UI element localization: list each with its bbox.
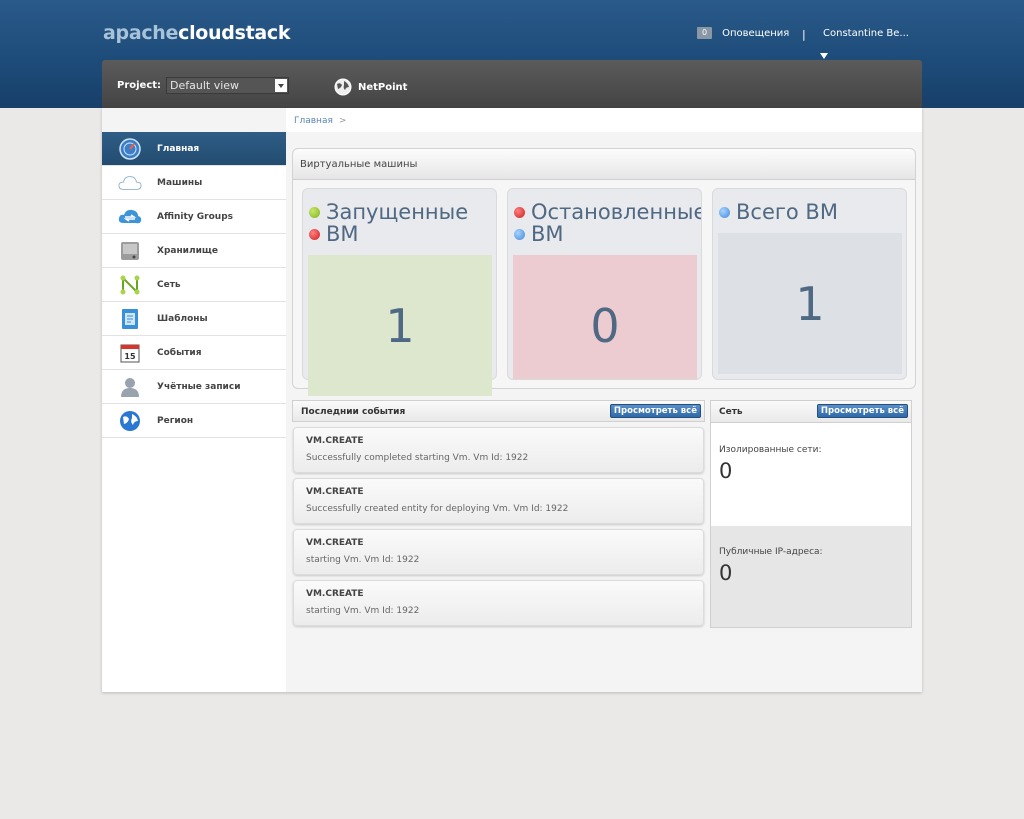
- event-description: Successfully created entity for deployin…: [306, 504, 569, 514]
- isolated-networks-count: 0: [719, 459, 733, 483]
- sidebar-item-label: События: [157, 347, 202, 358]
- templates-icon: [118, 308, 142, 330]
- virtual-machines-panel-title: Виртуальные машины: [293, 149, 915, 180]
- breadcrumb-home-link[interactable]: Главная: [294, 116, 333, 126]
- breadcrumb-separator: >: [338, 116, 347, 126]
- sidebar-item-dashboard[interactable]: Главная: [102, 132, 286, 166]
- header-divider: |: [802, 28, 806, 41]
- notifications-button[interactable]: 0 Оповещения: [697, 27, 789, 39]
- sidebar-item-accounts[interactable]: Учётные записи: [102, 370, 286, 404]
- dashboard-icon: [118, 137, 142, 160]
- domain-name: NetPoint: [358, 81, 408, 93]
- red-status-dot-icon: [514, 206, 525, 218]
- stopped-vms-header: Остановленные ВМ: [512, 200, 702, 246]
- sidebar-item-events[interactable]: 15 События: [102, 336, 286, 370]
- recent-events-title: Последнии события: [301, 407, 406, 417]
- notifications-count-badge: 0: [697, 27, 713, 39]
- sidebar-item-label: Сеть: [157, 279, 181, 290]
- event-title: VM.CREATE: [306, 589, 364, 599]
- network-icon: [118, 274, 142, 296]
- breadcrumb: Главная >: [294, 116, 346, 126]
- total-vms-header: Всего ВМ: [717, 201, 907, 223]
- sidebar-item-label: Affinity Groups: [157, 211, 234, 222]
- sidebar-item-storage[interactable]: Хранилище: [102, 234, 286, 268]
- calendar-icon-day: 15: [124, 352, 136, 361]
- globe-icon: [334, 78, 352, 96]
- sidebar: Главная Машины Affinity Groups Хранилище…: [102, 132, 286, 692]
- user-menu-caret-icon[interactable]: [820, 53, 828, 59]
- event-description: Successfully completed starting Vm. Vm I…: [306, 453, 529, 463]
- breadcrumb-bar: Главная >: [286, 108, 922, 132]
- isolated-networks-section: Изолированные сети: 0: [711, 424, 911, 525]
- stopped-vms-card[interactable]: Остановленные ВМ 0: [507, 188, 702, 380]
- cloud-icon: [118, 172, 142, 194]
- sidebar-item-affinity-groups[interactable]: Affinity Groups: [102, 200, 286, 234]
- recent-events-panel: Последнии события Просмотреть всё VM.CRE…: [292, 400, 705, 630]
- blue-status-dot-icon: [719, 206, 730, 218]
- sidebar-item-label: Регион: [157, 415, 194, 426]
- events-view-all-button[interactable]: Просмотреть всё: [609, 404, 701, 418]
- project-label: Project:: [117, 80, 162, 91]
- sidebar-item-instances[interactable]: Машины: [102, 166, 286, 200]
- notifications-label: Оповещения: [722, 27, 790, 39]
- running-vms-header: Запущенные ВМ: [307, 201, 497, 245]
- domain-indicator[interactable]: NetPoint: [334, 78, 407, 96]
- stopped-vms-count: 0: [513, 255, 697, 379]
- total-vms-card[interactable]: Всего ВМ 1: [712, 188, 907, 380]
- sidebar-item-templates[interactable]: Шаблоны: [102, 302, 286, 336]
- running-vms-label: Запущенные: [326, 200, 469, 224]
- network-panel-header: Сеть Просмотреть всё: [711, 401, 911, 423]
- total-vms-label: Всего ВМ: [736, 200, 838, 224]
- network-view-all-button[interactable]: Просмотреть всё: [816, 404, 908, 418]
- sidebar-item-regions[interactable]: Регион: [102, 404, 286, 438]
- public-ip-section: Публичные IP-адреса: 0: [711, 526, 911, 627]
- logo-part-cloudstack: cloudstack: [178, 22, 291, 44]
- main-content: Главная > Главная Машины Affinity Groups: [102, 108, 922, 692]
- logo-part-apache: apache: [103, 22, 179, 44]
- stopped-vms-label: Остановленные: [531, 200, 702, 224]
- public-ip-label: Публичные IP-адреса:: [719, 547, 823, 557]
- blue-status-dot-icon: [514, 228, 525, 240]
- chevron-down-icon[interactable]: [275, 79, 287, 92]
- event-item[interactable]: VM.CREATE Successfully created entity fo…: [293, 478, 704, 524]
- event-description: starting Vm. Vm Id: 1922: [306, 606, 420, 616]
- running-vms-card[interactable]: Запущенные ВМ 1: [302, 188, 497, 396]
- globe-icon: [118, 410, 142, 432]
- isolated-networks-label: Изолированные сети:: [719, 445, 822, 455]
- affinity-icon: [118, 206, 142, 228]
- user-icon: [118, 376, 142, 398]
- event-title: VM.CREATE: [306, 487, 364, 497]
- recent-events-header: Последнии события Просмотреть всё: [292, 400, 705, 422]
- red-status-dot-icon: [309, 228, 320, 240]
- event-title: VM.CREATE: [306, 538, 364, 548]
- sidebar-item-label: Шаблоны: [157, 313, 208, 324]
- project-select-value: Default view: [170, 79, 240, 92]
- network-panel: Сеть Просмотреть всё Изолированные сети:…: [710, 400, 912, 628]
- virtual-machines-panel: Виртуальные машины Запущенные ВМ 1 Остан…: [292, 148, 916, 396]
- user-menu-button[interactable]: Constantine Be...: [823, 28, 909, 39]
- stopped-vms-label-line2: ВМ: [531, 222, 564, 246]
- calendar-icon: 15: [118, 342, 142, 364]
- network-panel-title: Сеть: [719, 407, 743, 417]
- running-vms-label-line2: ВМ: [326, 222, 359, 246]
- sidebar-item-label: Учётные записи: [157, 381, 241, 392]
- sidebar-item-network[interactable]: Сеть: [102, 268, 286, 302]
- running-vms-count: 1: [308, 255, 492, 396]
- event-title: VM.CREATE: [306, 436, 364, 446]
- sidebar-item-label: Хранилище: [157, 245, 218, 256]
- green-status-dot-icon: [309, 206, 320, 218]
- event-item[interactable]: VM.CREATE starting Vm. Vm Id: 1922: [293, 529, 704, 575]
- sidebar-item-label: Главная: [157, 143, 200, 154]
- project-bar: Project: Default view NetPoint: [102, 60, 922, 108]
- sidebar-item-label: Машины: [157, 177, 203, 188]
- storage-icon: [118, 240, 142, 262]
- cloudstack-logo[interactable]: apachecloudstack: [103, 22, 291, 44]
- project-select[interactable]: Default view: [166, 77, 289, 94]
- total-vms-count: 1: [718, 233, 902, 374]
- event-item[interactable]: VM.CREATE starting Vm. Vm Id: 1922: [293, 580, 704, 626]
- event-description: starting Vm. Vm Id: 1922: [306, 555, 420, 565]
- public-ip-count: 0: [719, 561, 733, 585]
- event-item[interactable]: VM.CREATE Successfully completed startin…: [293, 427, 704, 473]
